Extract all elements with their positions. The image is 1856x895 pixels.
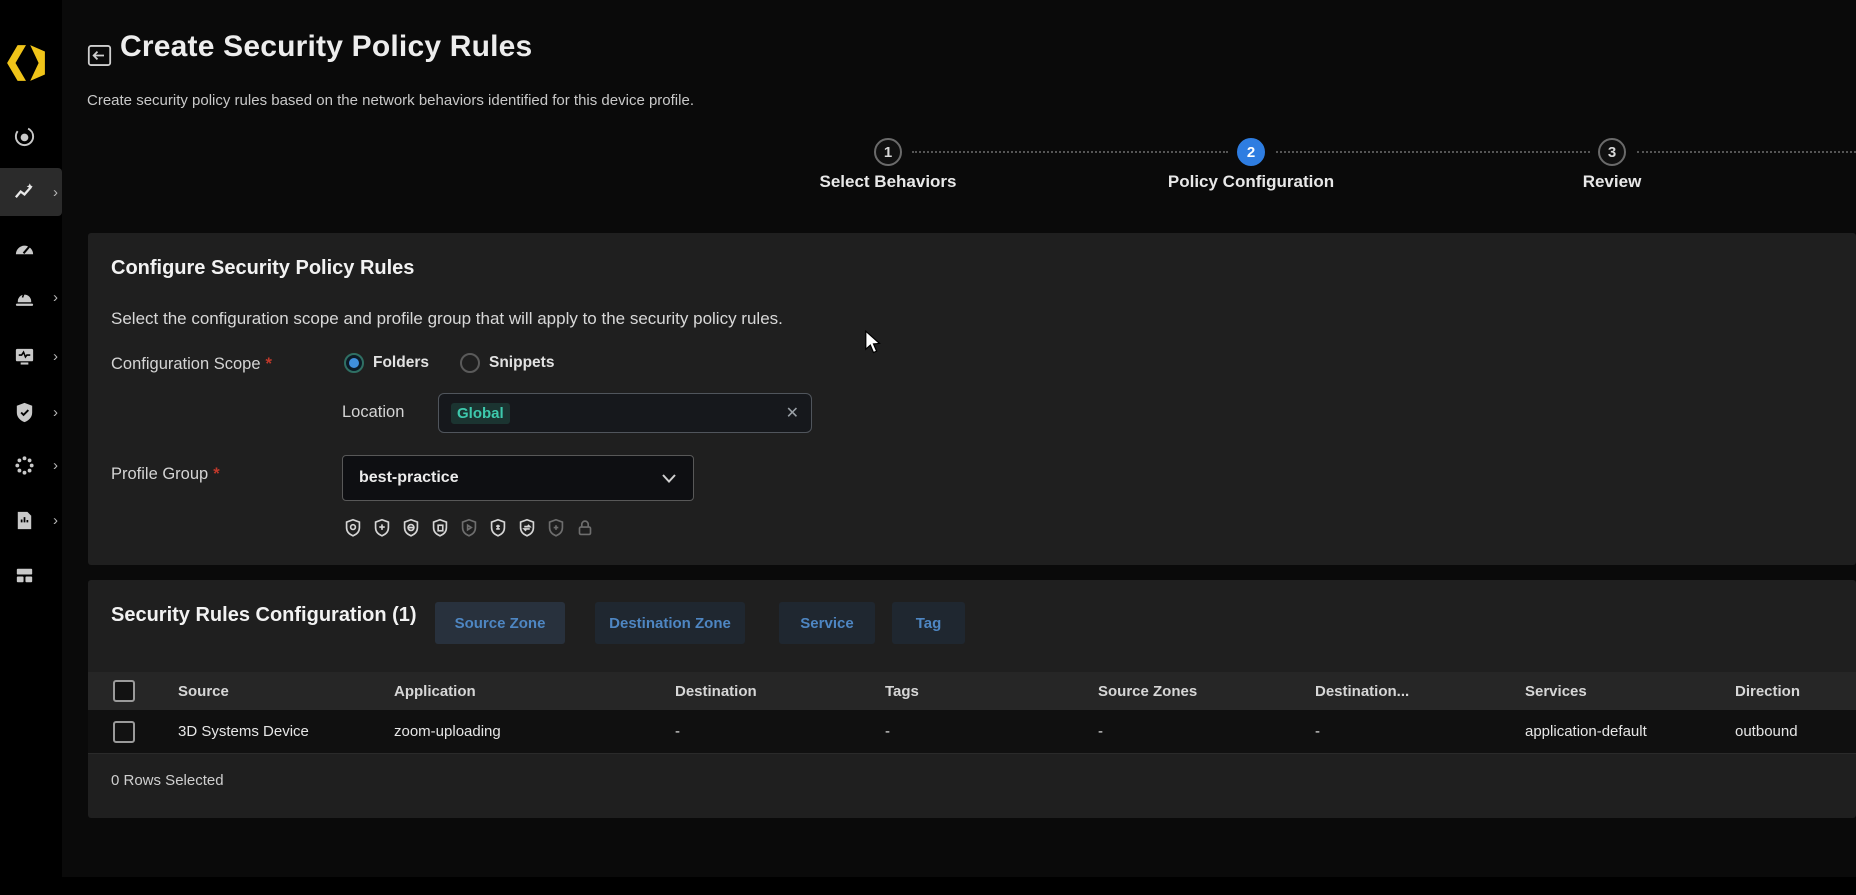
column-header-services: Services xyxy=(1525,683,1735,700)
column-header-direction: Direction xyxy=(1735,683,1856,700)
column-header-source-zones: Source Zones xyxy=(1098,683,1315,700)
chevron-right-icon: › xyxy=(53,405,58,420)
chevron-right-icon: › xyxy=(53,513,58,528)
required-marker: * xyxy=(266,355,272,373)
chevron-right-icon: › xyxy=(53,290,58,305)
back-button[interactable] xyxy=(86,42,113,69)
shield-play-icon xyxy=(458,517,480,539)
clear-icon[interactable]: ✕ xyxy=(786,403,799,423)
radio-folders[interactable]: Folders xyxy=(344,353,429,373)
cell-source: 3D Systems Device xyxy=(178,723,394,740)
location-input[interactable]: Global ✕ xyxy=(438,393,812,433)
step-connector xyxy=(912,151,1228,153)
cell-services: application-default xyxy=(1525,723,1735,740)
profile-group-label: Profile Group* xyxy=(111,465,220,484)
step-2-label[interactable]: Policy Configuration xyxy=(1131,172,1371,192)
shield-sync-icon xyxy=(516,517,538,539)
sidebar-item-alerts[interactable]: › xyxy=(0,273,62,321)
table-row[interactable]: 3D Systems Device zoom-uploading - - - -… xyxy=(88,710,1856,754)
sidebar-item-security[interactable]: › xyxy=(0,388,62,436)
sidebar-item-dashboard[interactable] xyxy=(0,225,62,273)
step-1-label[interactable]: Select Behaviors xyxy=(768,172,1008,192)
radio-snippets[interactable]: Snippets xyxy=(460,353,554,373)
column-header-tags: Tags xyxy=(885,683,1098,700)
table-header: Source Application Destination Tags Sour… xyxy=(88,672,1856,710)
shield-file-icon xyxy=(429,517,451,539)
step-3-circle[interactable]: 3 xyxy=(1598,138,1626,166)
chevron-right-icon: › xyxy=(53,349,58,364)
report-icon xyxy=(13,509,36,532)
radio-selected-icon xyxy=(344,353,364,373)
row-checkbox[interactable] xyxy=(113,721,135,743)
shield-scan-icon xyxy=(342,517,364,539)
select-all-checkbox[interactable] xyxy=(113,680,135,702)
sidebar-item-workflows[interactable] xyxy=(0,551,62,599)
shield-check-icon xyxy=(13,401,36,424)
configure-panel: Configure Security Policy Rules Select t… xyxy=(88,233,1856,565)
radio-folders-label: Folders xyxy=(373,354,429,372)
sidebar: › › › xyxy=(0,0,62,895)
step-connector xyxy=(1276,151,1590,153)
location-label: Location xyxy=(342,403,404,422)
sidebar-item-activity-insights[interactable]: › xyxy=(0,168,62,216)
profile-group-icons xyxy=(342,517,596,539)
step-connector xyxy=(1637,151,1856,153)
chevron-right-icon: › xyxy=(53,185,58,200)
cell-tags: - xyxy=(885,723,1098,740)
radio-snippets-label: Snippets xyxy=(489,354,554,372)
radar-icon xyxy=(13,125,36,148)
step-3-label[interactable]: Review xyxy=(1492,172,1732,192)
brand-logo-icon[interactable] xyxy=(5,36,47,90)
configure-panel-title: Configure Security Policy Rules xyxy=(111,257,414,280)
chevron-right-icon: › xyxy=(53,458,58,473)
profile-group-value: best-practice xyxy=(359,469,459,487)
lock-icon xyxy=(574,517,596,539)
rules-panel: Security Rules Configuration (1) Source … xyxy=(88,580,1856,818)
shield-globe-icon xyxy=(400,517,422,539)
shield-bug-icon xyxy=(487,517,509,539)
sidebar-item-overview[interactable] xyxy=(0,112,62,160)
shield-plus-icon xyxy=(545,517,567,539)
cell-source-zones: - xyxy=(1098,723,1315,740)
step-2-circle[interactable]: 2 xyxy=(1237,138,1265,166)
chevron-down-icon xyxy=(661,473,677,484)
cell-direction: outbound xyxy=(1735,723,1856,740)
grid-icon xyxy=(13,564,36,587)
column-header-destination-zones: Destination... xyxy=(1315,683,1525,700)
gauge-icon xyxy=(13,238,36,261)
page-subtitle: Create security policy rules based on th… xyxy=(87,92,694,109)
activity-icon xyxy=(13,181,36,204)
source-zone-button[interactable]: Source Zone xyxy=(435,602,565,644)
rules-panel-title: Security Rules Configuration (1) xyxy=(111,604,417,627)
cell-destination: - xyxy=(675,723,885,740)
cell-destination-zones: - xyxy=(1315,723,1525,740)
configuration-scope-label: Configuration Scope* xyxy=(111,355,272,374)
dotted-circle-icon xyxy=(13,454,36,477)
destination-zone-button[interactable]: Destination Zone xyxy=(595,602,745,644)
required-marker: * xyxy=(213,465,219,483)
bottom-strip xyxy=(0,877,1856,895)
radio-unselected-icon xyxy=(460,353,480,373)
step-1-circle[interactable]: 1 xyxy=(874,138,902,166)
monitor-icon xyxy=(13,345,36,368)
shield-virus-icon xyxy=(371,517,393,539)
rows-selected-status: 0 Rows Selected xyxy=(111,772,224,789)
page-title: Create Security Policy Rules xyxy=(120,30,532,64)
column-header-application: Application xyxy=(394,683,675,700)
tag-button[interactable]: Tag xyxy=(892,602,965,644)
profile-group-select[interactable]: best-practice xyxy=(342,455,694,501)
column-header-destination: Destination xyxy=(675,683,885,700)
sidebar-item-monitor[interactable]: › xyxy=(0,332,62,380)
alarm-icon xyxy=(13,286,36,309)
screen: › › › xyxy=(0,0,1856,895)
sidebar-item-reports[interactable]: › xyxy=(0,496,62,544)
cell-application: zoom-uploading xyxy=(394,723,675,740)
configure-panel-subtitle: Select the configuration scope and profi… xyxy=(111,309,783,329)
location-value-chip: Global xyxy=(451,403,510,424)
column-header-source: Source xyxy=(178,683,394,700)
service-button[interactable]: Service xyxy=(779,602,875,644)
sidebar-item-iot[interactable]: › xyxy=(0,441,62,489)
